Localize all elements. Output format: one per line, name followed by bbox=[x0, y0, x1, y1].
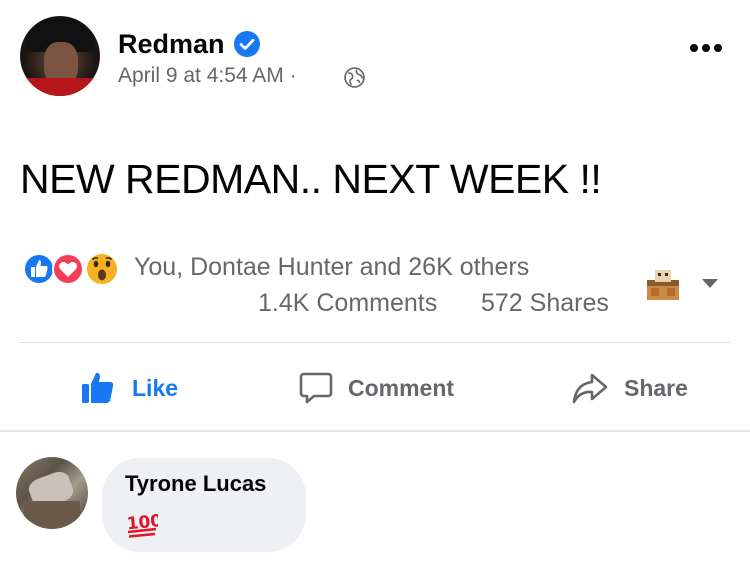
post-text: NEW REDMAN.. NEXT WEEK !! bbox=[20, 156, 602, 202]
reaction-icons[interactable] bbox=[22, 252, 122, 286]
meta-separator: · bbox=[289, 64, 297, 87]
author-name[interactable]: Redman bbox=[118, 29, 225, 60]
verified-badge-icon bbox=[234, 31, 260, 57]
like-label: Like bbox=[132, 374, 179, 401]
like-icon bbox=[23, 253, 55, 285]
commenter-name[interactable]: Tyrone Lucas bbox=[125, 471, 266, 497]
hundred-points-icon: 100 bbox=[126, 511, 158, 538]
post-timestamp[interactable]: April 9 at 4:54 AM bbox=[118, 64, 284, 87]
commenter-avatar[interactable] bbox=[16, 457, 88, 529]
comment-label: Comment bbox=[348, 374, 455, 401]
reactors-summary[interactable]: You, Dontae Hunter and 26K others bbox=[134, 253, 529, 282]
shares-count[interactable]: 572 Shares bbox=[481, 289, 609, 318]
viewer-avatar-icon[interactable] bbox=[641, 266, 685, 304]
love-icon bbox=[52, 253, 84, 285]
divider bbox=[20, 342, 730, 343]
share-icon bbox=[572, 373, 608, 404]
more-options-icon[interactable] bbox=[688, 41, 724, 55]
author-avatar[interactable] bbox=[20, 16, 100, 96]
comments-count[interactable]: 1.4K Comments bbox=[258, 289, 437, 318]
post-meta: April 9 at 4:54 AM · bbox=[118, 64, 297, 88]
like-button[interactable]: Like bbox=[80, 366, 178, 410]
globe-icon bbox=[344, 67, 365, 88]
comment-button[interactable]: Comment bbox=[298, 366, 454, 410]
comment-icon bbox=[299, 372, 333, 404]
share-button[interactable]: Share bbox=[570, 366, 688, 410]
thumbs-up-icon bbox=[82, 372, 114, 403]
share-label: Share bbox=[624, 374, 688, 401]
chevron-down-icon[interactable] bbox=[700, 278, 720, 290]
divider bbox=[0, 430, 750, 432]
wow-icon bbox=[85, 252, 119, 286]
